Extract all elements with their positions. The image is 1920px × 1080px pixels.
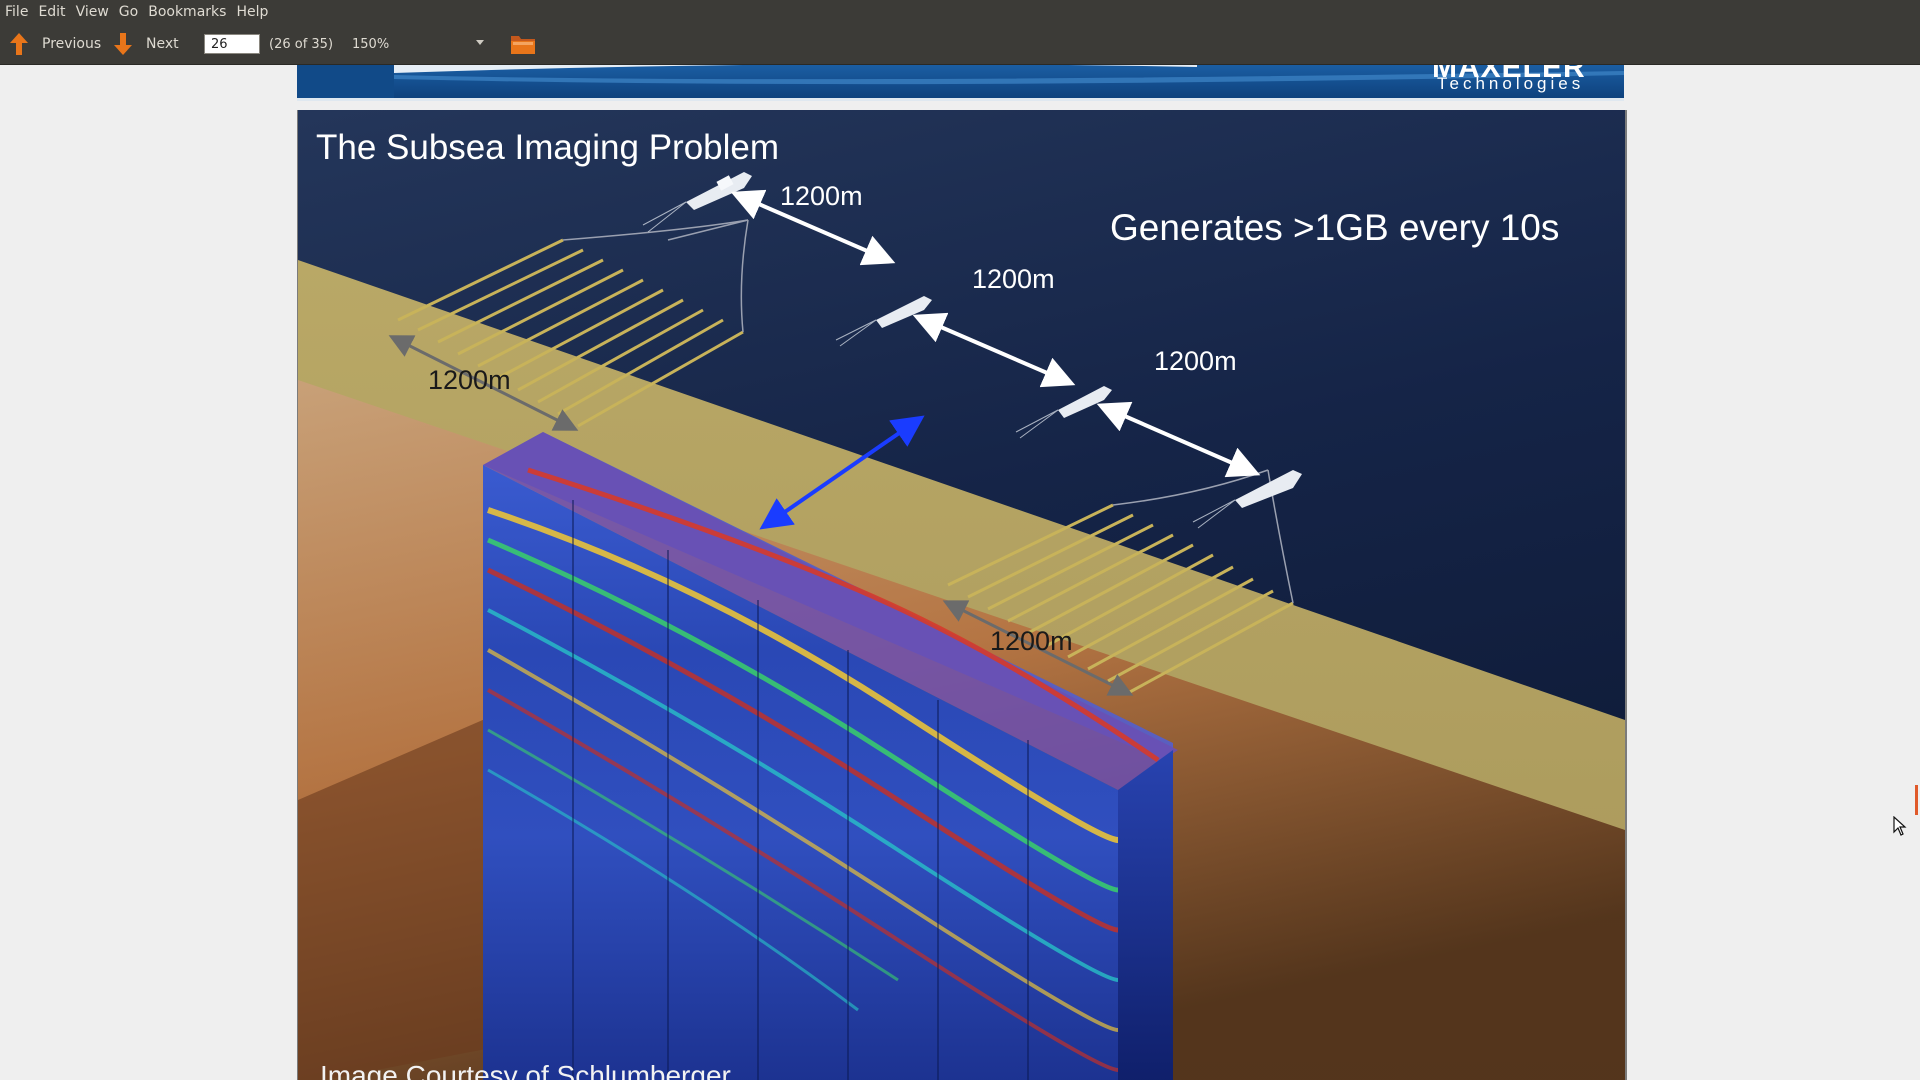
- slide-title: The Subsea Imaging Problem: [316, 128, 780, 167]
- page-count: (26 of 35): [269, 36, 334, 52]
- arrow-up-icon: [10, 33, 28, 55]
- next-label: Next: [146, 36, 179, 52]
- page-number-input[interactable]: [204, 34, 260, 54]
- document-viewer[interactable]: MAXELER Technologies The Subsea Imaging …: [0, 65, 1920, 1080]
- menu-bookmarks[interactable]: Bookmarks: [143, 4, 231, 20]
- distance-label-ship-3-4: 1200m: [1154, 346, 1237, 376]
- menu-help[interactable]: Help: [231, 4, 273, 20]
- menu-file[interactable]: File: [0, 4, 33, 20]
- toolbar: Previous Next (26 of 35) 150%: [0, 24, 1920, 65]
- slide-headline: Generates >1GB every 10s: [1110, 207, 1560, 248]
- previous-button[interactable]: Previous: [8, 24, 101, 64]
- slide-header-banner: [297, 65, 1624, 101]
- zoom-select[interactable]: 150%: [352, 33, 484, 55]
- menu-bar: File Edit View Go Bookmarks Help: [0, 0, 1920, 24]
- streamer-length-label-right: 1200m: [990, 626, 1073, 656]
- distance-label-ship-2-3: 1200m: [972, 264, 1055, 294]
- scrollbar-indicator[interactable]: [1915, 785, 1918, 815]
- image-credit: Image Courtesy of Schlumberger: [320, 1060, 731, 1080]
- folder-icon: [511, 36, 535, 54]
- zoom-value: 150%: [352, 36, 390, 52]
- arrow-down-icon: [114, 33, 132, 55]
- subsea-illustration: [298, 110, 1625, 1080]
- slide-26: The Subsea Imaging Problem Generates >1G…: [297, 110, 1627, 1080]
- maxeler-logo-sub: Technologies: [1437, 74, 1585, 93]
- mouse-pointer-icon: [1893, 816, 1907, 836]
- previous-slide-footer: MAXELER Technologies: [297, 65, 1624, 101]
- menu-view[interactable]: View: [71, 4, 114, 20]
- previous-label: Previous: [42, 36, 102, 52]
- chevron-down-icon: [476, 40, 484, 45]
- distance-label-ship-1-2: 1200m: [780, 181, 863, 211]
- open-folder-button[interactable]: [510, 24, 536, 64]
- next-button[interactable]: Next: [112, 24, 179, 64]
- menu-go[interactable]: Go: [114, 4, 143, 20]
- streamer-length-label-left: 1200m: [428, 365, 511, 395]
- menu-edit[interactable]: Edit: [33, 4, 70, 20]
